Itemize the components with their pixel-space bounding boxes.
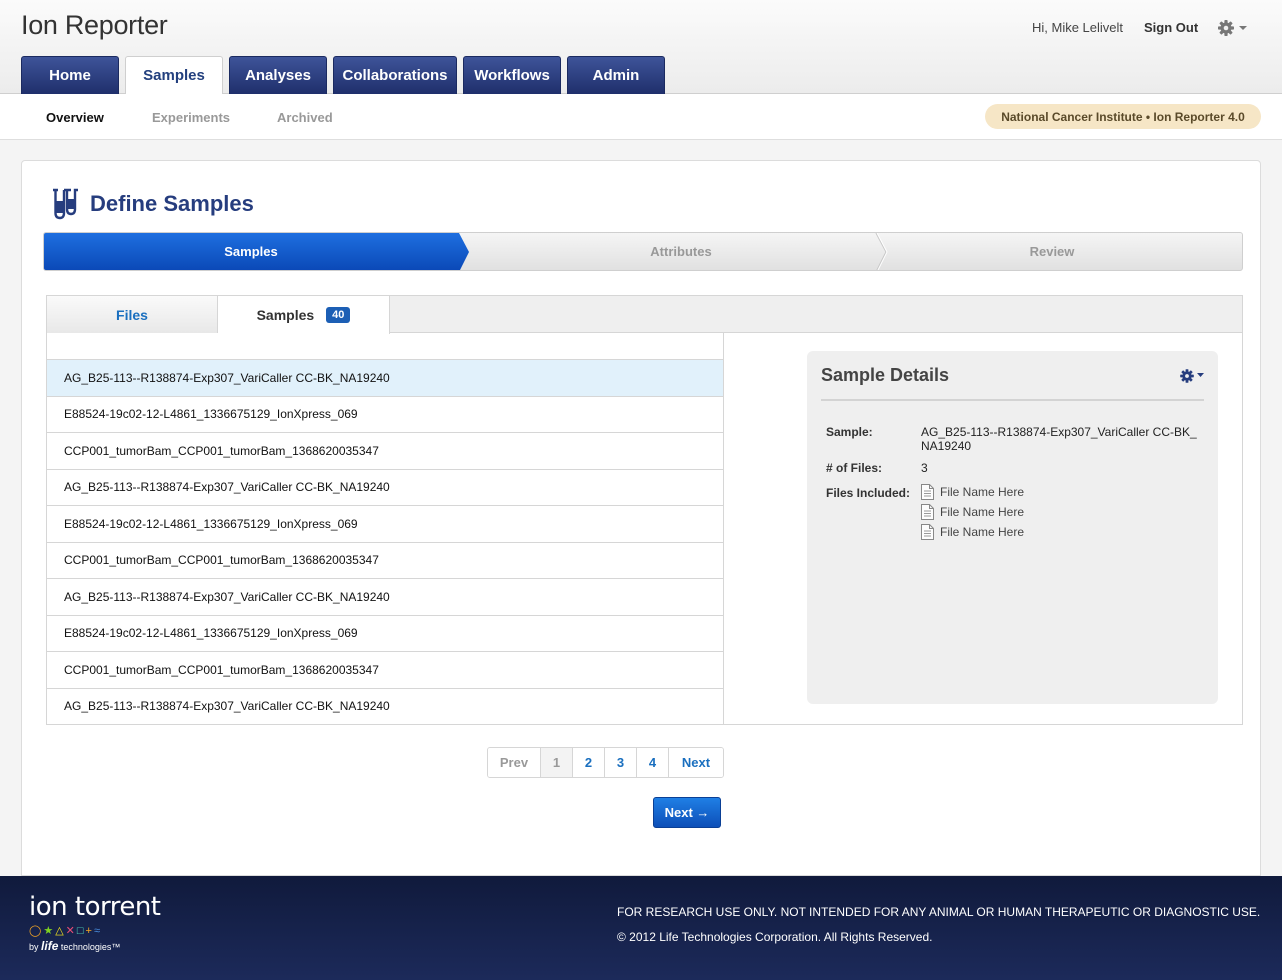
logo-by: by — [29, 942, 39, 952]
file-name: File Name Here — [940, 505, 1025, 519]
logo-byline: by life technologies™ — [29, 939, 161, 953]
user-greeting: Hi, Mike Lelivelt — [1032, 20, 1124, 35]
pagination: Prev 1 2 3 4 Next — [487, 747, 724, 778]
sample-value: AG_B25-113--R138874-Exp307_VariCaller CC… — [921, 425, 1211, 453]
files-count-value: 3 — [921, 461, 928, 475]
subnav-archived[interactable]: Archived — [277, 110, 333, 125]
logo-wordmark: ion torrent — [29, 892, 161, 922]
tab-analyses[interactable]: Analyses — [229, 56, 327, 94]
organization-badge: National Cancer Institute • Ion Reporter… — [985, 104, 1261, 129]
sample-row[interactable]: CCP001_tumorBam_CCP001_tumorBam_13686200… — [47, 432, 723, 469]
sample-value-line: NA19240 — [921, 439, 972, 453]
main-content-panel: Define Samples Samples Attributes Review… — [21, 160, 1261, 876]
app-title: Ion Reporter — [21, 10, 168, 40]
list-divider — [723, 333, 724, 724]
logo-symbols: ◯★△✕□+≈ — [29, 925, 103, 937]
document-icon — [921, 504, 934, 520]
sample-row[interactable]: AG_B25-113--R138874-Exp307_VariCaller CC… — [47, 468, 723, 505]
pagination-page-2[interactable]: 2 — [573, 748, 605, 777]
page-title: Define Samples — [90, 191, 254, 216]
details-divider — [821, 399, 1204, 401]
files-count-label: # of Files: — [826, 461, 883, 475]
ion-torrent-logo: ion torrent ◯★△✕□+≈ by life technologies… — [29, 892, 161, 953]
wizard-step-attributes[interactable]: Attributes — [469, 233, 893, 270]
wizard-step-samples[interactable]: Samples — [44, 233, 458, 270]
test-tubes-icon — [53, 188, 78, 220]
page-footer: ion torrent ◯★△✕□+≈ by life technologies… — [0, 876, 1282, 980]
sample-list: AG_B25-113--R138874-Exp307_VariCaller CC… — [47, 359, 723, 724]
gear-icon — [1218, 20, 1247, 36]
file-name: File Name Here — [940, 525, 1025, 539]
sign-out-link[interactable]: Sign Out — [1144, 20, 1198, 35]
document-icon — [921, 524, 934, 540]
pagination-page-1[interactable]: 1 — [541, 748, 573, 777]
tab-home[interactable]: Home — [21, 56, 119, 94]
files-included-label: Files Included: — [826, 486, 911, 500]
app-header: Ion Reporter Hi, Mike Lelivelt Sign Out … — [0, 0, 1282, 95]
sample-row[interactable]: E88524-19c02-12-L4861_1336675129_IonXpre… — [47, 395, 723, 432]
sample-row[interactable]: AG_B25-113--R138874-Exp307_VariCaller CC… — [47, 578, 723, 615]
caret-down-icon — [1239, 26, 1247, 30]
tab-samples-list[interactable]: Samples 40 — [218, 296, 390, 334]
sample-value-line: AG_B25-113--R138874-Exp307_VariCaller CC… — [921, 425, 1197, 439]
pagination-page-4[interactable]: 4 — [637, 748, 669, 777]
details-title: Sample Details — [821, 365, 950, 385]
file-item[interactable]: File Name Here — [921, 484, 1024, 500]
footer-copyright: © 2012 Life Technologies Corporation. Al… — [617, 930, 933, 944]
subnav-experiments[interactable]: Experiments — [152, 110, 230, 125]
file-name: File Name Here — [940, 485, 1025, 499]
subnav-overview[interactable]: Overview — [46, 110, 104, 125]
next-step-button[interactable]: Next → — [653, 797, 721, 828]
settings-menu-button[interactable] — [1216, 17, 1250, 39]
samples-tab-panel: Files Samples 40 AG_B25-113--R138874-Exp… — [46, 295, 1243, 725]
sample-details-box: Sample Details Sample: AG_B25-113--R1388… — [807, 351, 1218, 704]
sample-row[interactable]: E88524-19c02-12-L4861_1336675129_IonXpre… — [47, 505, 723, 542]
tab-collaborations[interactable]: Collaborations — [333, 56, 457, 94]
sample-label: Sample: — [826, 425, 873, 439]
pagination-prev[interactable]: Prev — [488, 748, 541, 777]
main-nav-tabs: Home Samples Analyses Collaborations Wor… — [21, 56, 665, 95]
sample-row[interactable]: AG_B25-113--R138874-Exp307_VariCaller CC… — [47, 359, 723, 396]
wizard-step-review[interactable]: Review — [887, 233, 1217, 270]
page-heading: Define Samples — [50, 187, 254, 221]
footer-disclaimer: FOR RESEARCH USE ONLY. NOT INTENDED FOR … — [617, 905, 1261, 919]
pagination-next[interactable]: Next — [669, 748, 723, 777]
document-icon — [921, 484, 934, 500]
tab-admin[interactable]: Admin — [567, 56, 665, 94]
sample-row[interactable]: AG_B25-113--R138874-Exp307_VariCaller CC… — [47, 687, 723, 724]
tab-samples-label: Samples — [256, 307, 315, 323]
details-settings-button[interactable] — [1179, 367, 1207, 385]
sample-row[interactable]: E88524-19c02-12-L4861_1336675129_IonXpre… — [47, 614, 723, 651]
logo-suffix: technologies™ — [60, 942, 121, 952]
samples-count-badge: 40 — [326, 307, 351, 323]
tab-files[interactable]: Files — [47, 296, 218, 333]
pagination-page-3[interactable]: 3 — [605, 748, 637, 777]
file-item[interactable]: File Name Here — [921, 524, 1024, 540]
file-item[interactable]: File Name Here — [921, 504, 1024, 520]
gear-icon — [1180, 369, 1204, 383]
sample-row[interactable]: CCP001_tumorBam_CCP001_tumorBam_13686200… — [47, 541, 723, 578]
tab-samples[interactable]: Samples — [125, 56, 223, 95]
tab-workflows[interactable]: Workflows — [463, 56, 561, 94]
sample-row[interactable]: CCP001_tumorBam_CCP001_tumorBam_13686200… — [47, 651, 723, 688]
logo-brand: life — [41, 939, 59, 953]
sub-navigation: Overview Experiments Archived National C… — [0, 94, 1282, 140]
wizard-steps: Samples Attributes Review — [43, 232, 1243, 271]
